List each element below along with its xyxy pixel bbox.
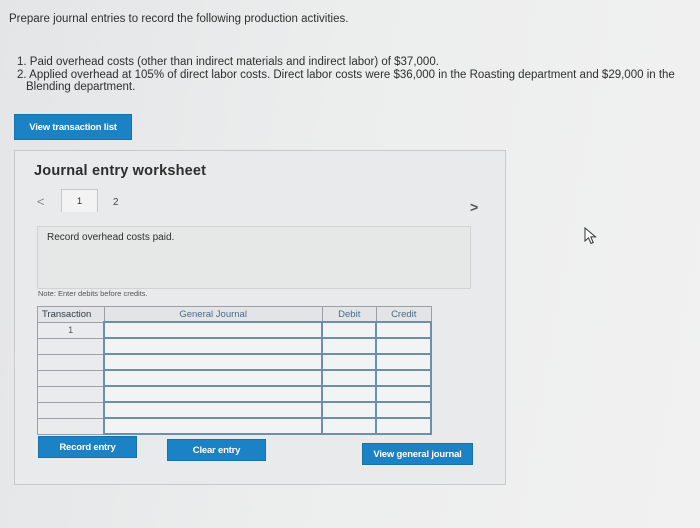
transaction-cell bbox=[37, 417, 105, 435]
transaction-cell bbox=[37, 401, 105, 419]
chevron-right-icon[interactable]: > bbox=[470, 199, 478, 215]
entry-description: Record overhead costs paid. bbox=[47, 232, 175, 243]
view-general-journal-button[interactable]: View general journal bbox=[362, 443, 473, 465]
activity-2-continued: Blending department. bbox=[26, 81, 136, 93]
activity-1: 1. Paid overhead costs (other than indir… bbox=[17, 56, 439, 68]
credit-input[interactable] bbox=[375, 401, 432, 419]
credit-input[interactable] bbox=[375, 385, 432, 403]
journal-table: Transaction General Journal Debit Credit… bbox=[37, 306, 432, 435]
debit-input[interactable] bbox=[321, 353, 378, 371]
debit-input[interactable] bbox=[321, 337, 378, 355]
credit-input[interactable] bbox=[375, 353, 432, 371]
debit-input[interactable] bbox=[321, 385, 378, 403]
account-input[interactable] bbox=[103, 321, 324, 339]
transaction-cell bbox=[37, 385, 105, 403]
account-input[interactable] bbox=[103, 401, 324, 419]
instructions-text: Prepare journal entries to record the fo… bbox=[9, 13, 349, 25]
credit-input[interactable] bbox=[375, 417, 432, 435]
column-header-general-journal: General Journal bbox=[103, 306, 323, 323]
credit-input[interactable] bbox=[375, 321, 432, 339]
table-row bbox=[37, 401, 432, 419]
chevron-left-icon[interactable]: < bbox=[37, 194, 45, 209]
transaction-cell bbox=[37, 337, 105, 355]
column-header-debit: Debit bbox=[321, 306, 377, 323]
transaction-cell bbox=[37, 369, 105, 387]
account-input[interactable] bbox=[103, 417, 324, 435]
transaction-cell bbox=[37, 353, 105, 371]
table-row bbox=[37, 353, 432, 371]
tab-1[interactable]: 1 bbox=[61, 189, 98, 212]
debit-input[interactable] bbox=[321, 417, 378, 435]
clear-entry-button[interactable]: Clear entry bbox=[167, 439, 266, 461]
table-row bbox=[37, 385, 432, 403]
credit-input[interactable] bbox=[375, 369, 432, 387]
worksheet-title: Journal entry worksheet bbox=[34, 163, 207, 179]
table-header-row: Transaction General Journal Debit Credit bbox=[37, 306, 432, 323]
debit-input[interactable] bbox=[321, 401, 378, 419]
table-row: 1 bbox=[37, 321, 432, 339]
record-entry-button[interactable]: Record entry bbox=[38, 436, 137, 458]
view-transaction-list-button[interactable]: View transaction list bbox=[14, 114, 132, 140]
transaction-number: 1 bbox=[37, 321, 105, 339]
account-input[interactable] bbox=[103, 385, 324, 403]
credit-input[interactable] bbox=[375, 337, 432, 355]
column-header-credit: Credit bbox=[375, 306, 432, 323]
account-input[interactable] bbox=[103, 369, 324, 387]
tab-2[interactable]: 2 bbox=[113, 197, 119, 208]
account-input[interactable] bbox=[103, 353, 324, 371]
table-row bbox=[37, 369, 432, 387]
debit-input[interactable] bbox=[321, 369, 378, 387]
note-text: Note: Enter debits before credits. bbox=[38, 289, 148, 298]
column-header-transaction: Transaction bbox=[37, 306, 105, 323]
table-row bbox=[37, 337, 432, 355]
debit-input[interactable] bbox=[321, 321, 378, 339]
mouse-pointer-icon bbox=[584, 227, 597, 245]
table-row bbox=[37, 417, 432, 435]
account-input[interactable] bbox=[103, 337, 324, 355]
